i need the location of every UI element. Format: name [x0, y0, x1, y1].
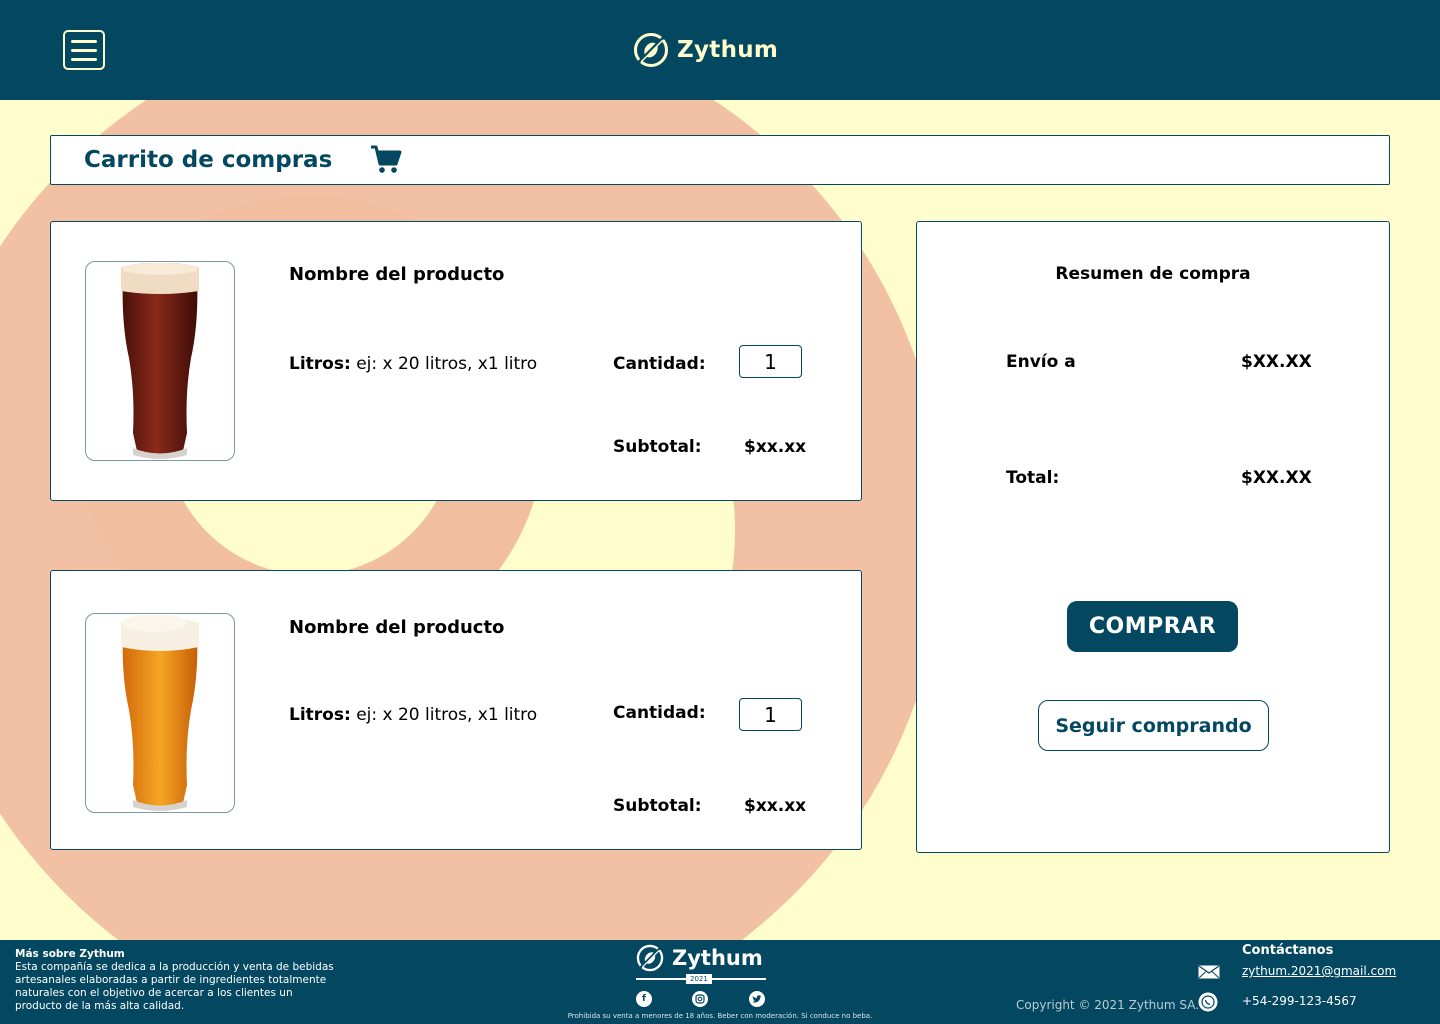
total-label: Total:	[1006, 468, 1060, 488]
dark-ale-glass-image	[121, 263, 199, 459]
footer-brand[interactable]: Zythum 2021	[636, 944, 766, 984]
hamburger-line	[71, 48, 97, 52]
summary-title: Resumen de compra	[1055, 264, 1251, 284]
product-liters: Litros: ej: x 20 litros, x1 litro	[289, 354, 537, 374]
footer-about-text: Esta compañía se dedica a la producción …	[15, 961, 334, 1012]
contact-phone: +54-299-123-4567	[1242, 994, 1357, 1008]
brand-name: Zythum	[677, 37, 779, 63]
cart-item-card: Nombre del producto Litros: ej: x 20 lit…	[50, 570, 862, 850]
liters-value: ej: x 20 litros, x1 litro	[356, 354, 538, 374]
total-value: $XX.XX	[1241, 468, 1312, 488]
whatsapp-icon	[1198, 992, 1218, 1016]
contact-title: Contáctanos	[1242, 943, 1334, 958]
cart-item-card: Nombre del producto Litros: ej: x 20 lit…	[50, 221, 862, 501]
page-title: Carrito de compras	[84, 147, 333, 173]
footer-about-title: Más sobre Zythum	[15, 948, 125, 960]
shipping-value: $XX.XX	[1241, 352, 1312, 372]
quantity-input[interactable]	[739, 698, 802, 731]
subtotal-value: $xx.xx	[744, 437, 807, 457]
footer: Más sobre Zythum Esta compañía se dedica…	[0, 940, 1440, 1024]
zythum-logo-icon	[634, 33, 668, 67]
cart-icon	[370, 145, 402, 175]
zythum-logo-icon	[636, 944, 664, 972]
buy-button[interactable]: COMPRAR	[1067, 601, 1238, 652]
footer-about: Más sobre Zythum Esta compañía se dedica…	[15, 948, 335, 1013]
subtotal-value: $xx.xx	[744, 796, 807, 816]
quantity-input[interactable]	[739, 345, 802, 378]
product-liters: Litros: ej: x 20 litros, x1 litro	[289, 705, 537, 725]
shipping-label: Envío a	[1006, 352, 1076, 372]
subtotal-label: Subtotal:	[613, 796, 702, 816]
legal-note: Prohibida su venta a menores de 18 años.…	[567, 1012, 873, 1020]
liters-value: ej: x 20 litros, x1 litro	[356, 705, 538, 725]
hamburger-line	[71, 57, 97, 61]
quantity-label: Cantidad:	[613, 703, 706, 723]
quantity-label: Cantidad:	[613, 354, 706, 374]
product-image[interactable]	[85, 261, 235, 461]
top-navbar: Zythum	[0, 0, 1440, 100]
hamburger-line	[71, 39, 97, 43]
instagram-icon[interactable]	[692, 991, 708, 1007]
liters-label: Litros:	[289, 354, 351, 374]
mail-icon	[1198, 964, 1220, 983]
liters-label: Litros:	[289, 705, 351, 725]
twitter-icon[interactable]	[749, 991, 765, 1007]
golden-ale-glass-image	[121, 615, 199, 811]
product-name: Nombre del producto	[289, 264, 505, 285]
page-title-bar: Carrito de compras	[50, 135, 1390, 185]
hamburger-menu-button[interactable]	[63, 30, 105, 70]
continue-shopping-button[interactable]: Seguir comprando	[1038, 700, 1269, 751]
brand-logo[interactable]: Zythum	[633, 32, 778, 68]
facebook-icon[interactable]: f	[636, 991, 652, 1007]
footer-year: 2021	[686, 974, 712, 984]
contact-email-link[interactable]: zythum.2021@gmail.com	[1242, 964, 1396, 978]
copyright-text: Copyright © 2021 Zythum SA.	[1016, 998, 1200, 1012]
product-image[interactable]	[85, 613, 235, 813]
purchase-summary-panel: Resumen de compra Envío a $XX.XX Total: …	[916, 221, 1390, 853]
footer-year-line: 2021	[636, 974, 766, 984]
product-name: Nombre del producto	[289, 617, 505, 638]
footer-brand-name: Zythum	[672, 946, 763, 970]
subtotal-label: Subtotal:	[613, 437, 702, 457]
